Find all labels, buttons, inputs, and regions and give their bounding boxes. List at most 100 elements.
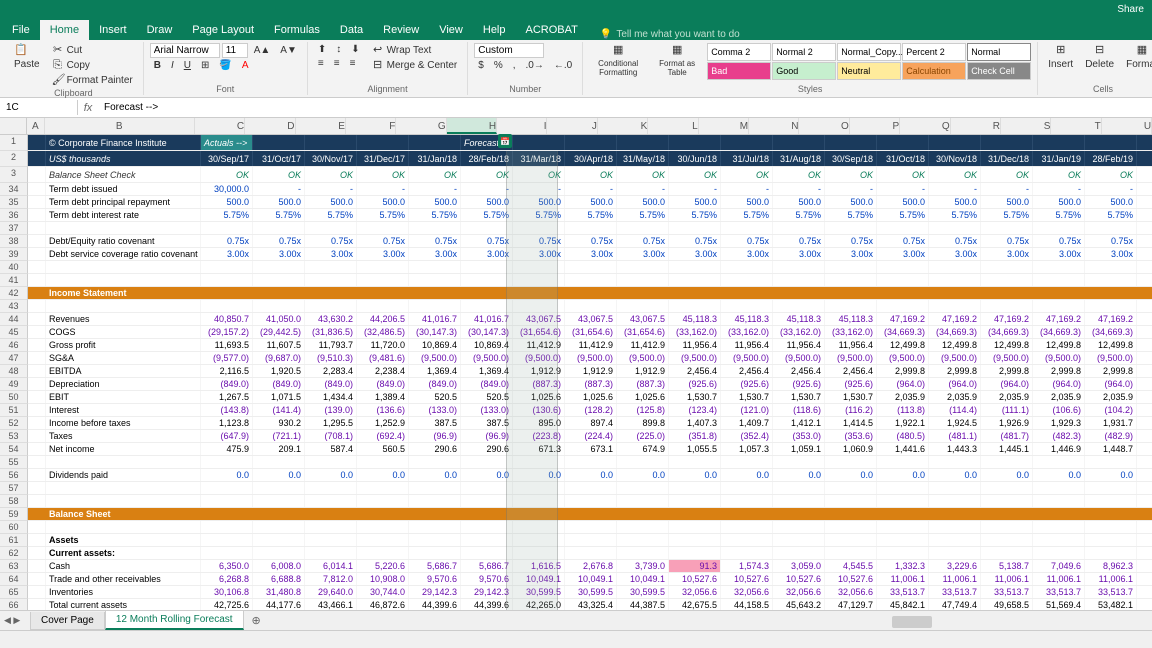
cell[interactable] <box>1137 456 1152 468</box>
cell[interactable]: 0.75x <box>357 235 409 247</box>
cell[interactable]: 1,443.3 <box>929 443 981 455</box>
cell[interactable]: 30,744.0 <box>357 586 409 598</box>
cell[interactable] <box>253 274 305 286</box>
cell[interactable]: 500.0 <box>513 196 565 208</box>
cell[interactable]: Debt/Equity ratio covenant <box>46 235 201 247</box>
cell[interactable] <box>1137 547 1152 559</box>
row-header[interactable]: 40 <box>0 261 28 274</box>
cell[interactable] <box>513 508 565 520</box>
cell[interactable]: 1,530.7 <box>669 391 721 403</box>
cell[interactable] <box>721 482 773 494</box>
table-row[interactable]: Trade and other receivables6,268.86,688.… <box>28 573 1152 586</box>
cell[interactable]: 11,412.9 <box>565 339 617 351</box>
cell[interactable]: 30/Jun/18 <box>669 151 721 166</box>
cell[interactable]: 31/Dec/17 <box>357 151 409 166</box>
cell[interactable]: 3.00x <box>877 248 929 260</box>
cell[interactable]: OK <box>201 167 253 182</box>
cell[interactable] <box>305 300 357 312</box>
cell[interactable]: (133.0) <box>461 404 513 416</box>
cell[interactable]: (136.6) <box>357 404 409 416</box>
cell[interactable]: 10,527.6 <box>825 573 877 585</box>
cell[interactable]: - <box>877 183 929 195</box>
cell[interactable] <box>357 508 409 520</box>
cell[interactable] <box>617 521 669 533</box>
cell[interactable] <box>1137 534 1152 546</box>
cell[interactable]: 290.6 <box>409 443 461 455</box>
paste-button[interactable]: 📋 <box>10 43 44 57</box>
row-header[interactable]: 62 <box>0 547 28 560</box>
cell[interactable]: 5.75% <box>201 209 253 221</box>
cell[interactable]: (481.7) <box>981 430 1033 442</box>
cell[interactable]: 500.0 <box>461 196 513 208</box>
cell[interactable] <box>825 300 877 312</box>
cell[interactable]: 2,456.4 <box>721 365 773 377</box>
cell[interactable]: 3.00x <box>357 248 409 260</box>
tab-home[interactable]: Home <box>40 20 89 40</box>
cell[interactable] <box>1033 456 1085 468</box>
cell[interactable]: 500.0 <box>409 196 461 208</box>
format-painter-button[interactable]: 🖌Format Painter <box>48 73 137 87</box>
cell[interactable]: (96.9) <box>409 430 461 442</box>
col-header-r[interactable]: R <box>951 118 1001 134</box>
col-header-b[interactable]: B <box>45 118 195 134</box>
cell[interactable]: 1,369.4 <box>461 365 513 377</box>
cell[interactable]: Balance Sheet <box>46 508 201 520</box>
cell[interactable]: 0.0 <box>825 469 877 481</box>
cell[interactable] <box>929 521 981 533</box>
cell[interactable]: 10,869.4 <box>409 339 461 351</box>
cell[interactable]: 2,999.8 <box>981 365 1033 377</box>
table-row[interactable] <box>28 495 1152 508</box>
cell[interactable]: 3.00x <box>669 248 721 260</box>
cell[interactable]: (9,687.0) <box>253 352 305 364</box>
cell[interactable]: 11,793.7 <box>305 339 357 351</box>
cell[interactable] <box>461 300 513 312</box>
cell[interactable] <box>669 534 721 546</box>
cell[interactable] <box>877 261 929 273</box>
cell[interactable]: 45,118.3 <box>669 313 721 325</box>
cell[interactable] <box>669 300 721 312</box>
cell[interactable] <box>305 521 357 533</box>
cell[interactable]: (964.0) <box>1033 378 1085 390</box>
table-row[interactable]: Term debt principal repayment500.0500.05… <box>28 196 1152 209</box>
cell[interactable]: OK <box>825 167 877 182</box>
cell[interactable]: 29,142.3 <box>409 586 461 598</box>
cell[interactable]: 673.1 <box>565 443 617 455</box>
cell[interactable] <box>721 495 773 507</box>
col-header-a[interactable]: A <box>27 118 44 134</box>
cell[interactable]: - <box>565 183 617 195</box>
cell[interactable]: 45,118.3 <box>825 313 877 325</box>
cell[interactable] <box>1137 443 1152 455</box>
cell[interactable]: 1,912.9 <box>513 365 565 377</box>
cell[interactable] <box>1137 196 1152 208</box>
cell[interactable] <box>28 495 46 507</box>
cell[interactable]: OK <box>981 167 1033 182</box>
cell[interactable] <box>28 521 46 533</box>
cell[interactable]: 0.0 <box>409 469 461 481</box>
cell[interactable]: 2,999.8 <box>1085 365 1137 377</box>
comma-button[interactable]: , <box>509 59 520 72</box>
col-header-q[interactable]: Q <box>900 118 950 134</box>
cell[interactable]: (139.0) <box>305 404 357 416</box>
cell[interactable] <box>721 547 773 559</box>
col-header-n[interactable]: N <box>749 118 799 134</box>
cell[interactable]: (121.0) <box>721 404 773 416</box>
cell[interactable]: 1,922.1 <box>877 417 929 429</box>
cell[interactable]: 31,480.8 <box>253 586 305 598</box>
cell[interactable]: 1,912.9 <box>617 365 669 377</box>
cell[interactable] <box>617 300 669 312</box>
cell[interactable]: 33,513.7 <box>981 586 1033 598</box>
cell[interactable]: 1,616.5 <box>513 560 565 572</box>
cell[interactable]: 2,035.9 <box>929 391 981 403</box>
cell[interactable] <box>565 534 617 546</box>
decrease-decimal-button[interactable]: ←.0 <box>550 59 576 72</box>
cell[interactable] <box>669 274 721 286</box>
cell[interactable] <box>28 365 46 377</box>
cell[interactable]: EBITDA <box>46 365 201 377</box>
cell[interactable] <box>409 508 461 520</box>
cell[interactable] <box>981 456 1033 468</box>
cell[interactable] <box>305 135 357 150</box>
cell[interactable] <box>929 274 981 286</box>
cell[interactable]: 9,570.6 <box>461 573 513 585</box>
table-row[interactable]: Income Statement <box>28 287 1152 300</box>
cell[interactable] <box>981 287 1033 299</box>
